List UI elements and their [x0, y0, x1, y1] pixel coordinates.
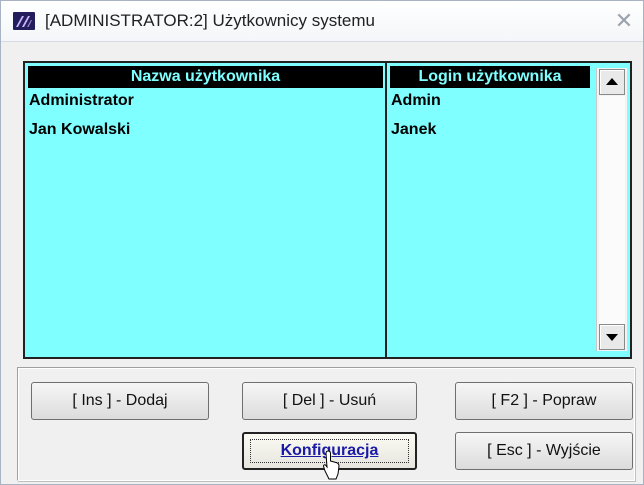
table-row-login-cell[interactable]: Janek [391, 119, 436, 141]
close-icon: ✕ [614, 8, 634, 33]
close-button[interactable]: ✕ [611, 9, 637, 33]
mouse-pointer-icon [322, 450, 340, 480]
column-header-login[interactable]: Login użytkownika [390, 66, 590, 88]
scroll-down-button[interactable] [599, 324, 625, 350]
edit-button[interactable]: [ F2 ] - Popraw [455, 382, 633, 420]
table-row-name-cell[interactable]: Administrator [29, 90, 134, 112]
add-button[interactable]: [ Ins ] - Dodaj [31, 382, 209, 420]
title-bar[interactable]: [ADMINISTRATOR:2] Użytkownicy systemu ✕ [1, 1, 643, 42]
table-row-login-cell[interactable]: Admin [391, 90, 441, 112]
scroll-down-arrow-icon [606, 334, 618, 341]
scroll-track[interactable] [599, 96, 625, 324]
app-logo-icon [13, 12, 35, 30]
delete-button[interactable]: [ Del ] - Usuń [242, 382, 417, 420]
scroll-up-arrow-icon [606, 78, 618, 85]
column-divider [385, 63, 387, 357]
column-header-name[interactable]: Nazwa użytkownika [28, 66, 383, 88]
vertical-scrollbar[interactable] [596, 68, 627, 351]
users-window: [ADMINISTRATOR:2] Użytkownicy systemu ✕ … [0, 0, 644, 485]
exit-button[interactable]: [ Esc ] - Wyjście [455, 432, 633, 470]
window-title: [ADMINISTRATOR:2] Użytkownicy systemu [45, 11, 375, 30]
table-row-name-cell[interactable]: Jan Kowalski [29, 119, 130, 141]
scroll-up-button[interactable] [599, 69, 625, 95]
users-table[interactable]: Nazwa użytkownika Login użytkownika Admi… [23, 61, 632, 359]
